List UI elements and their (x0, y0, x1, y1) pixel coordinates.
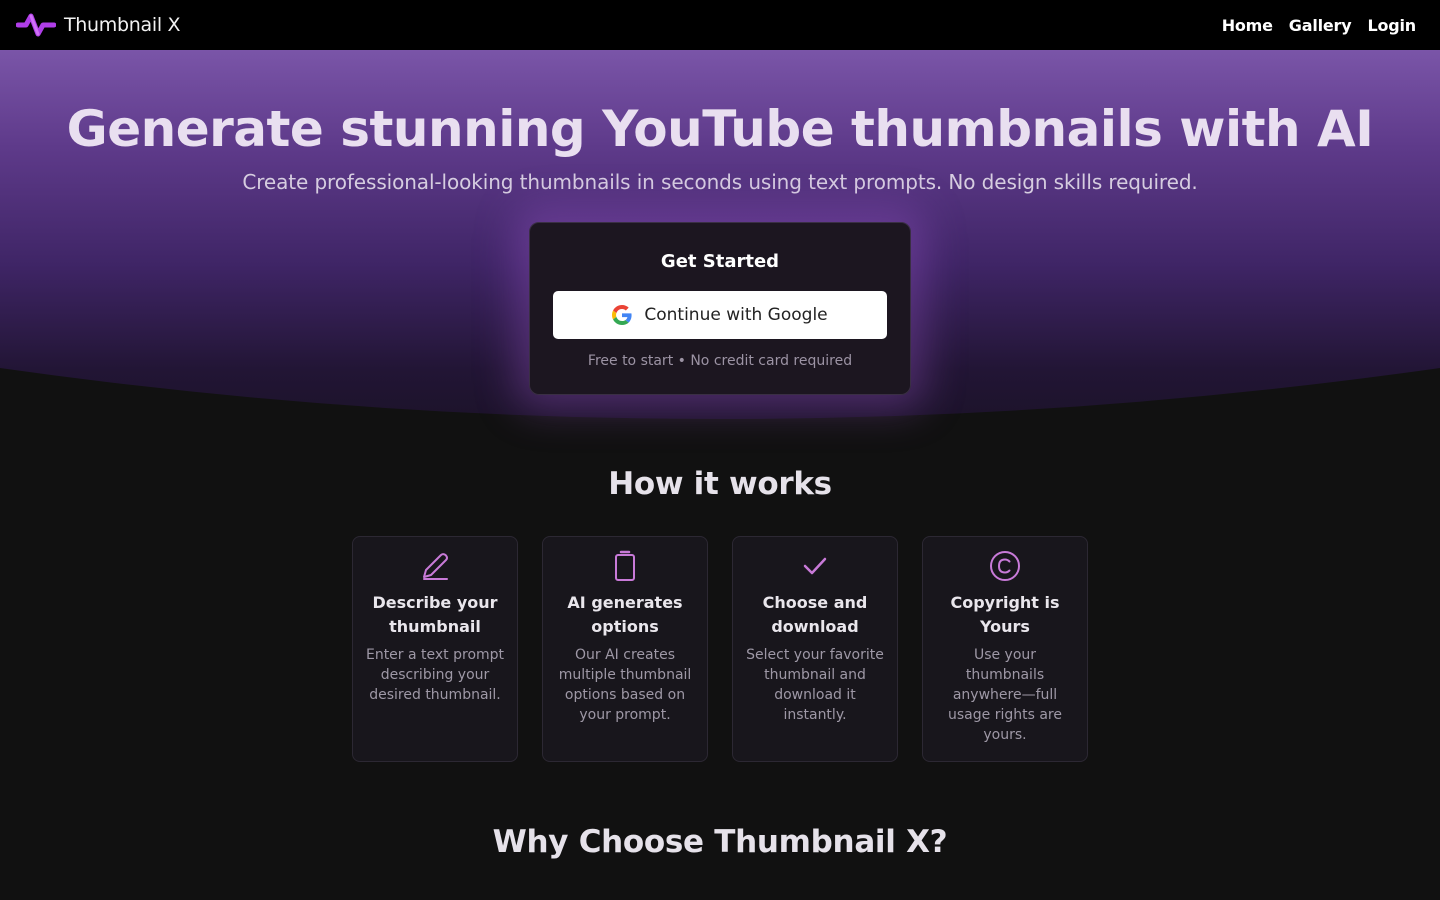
logo-icon (16, 13, 56, 37)
how-it-works-title: How it works (608, 466, 832, 502)
step-card-describe: Describe your thumbnail Enter a text pro… (352, 536, 518, 762)
step-title: Copyright is Yours (950, 593, 1060, 636)
step-title: Choose and download (762, 593, 868, 636)
nav-link-login[interactable]: Login (1367, 16, 1416, 35)
nav-link-gallery[interactable]: Gallery (1289, 16, 1352, 35)
nav-links: Home Gallery Login (1222, 16, 1417, 35)
clipboard-icon (615, 550, 635, 581)
get-started-title: Get Started (660, 251, 780, 272)
continue-with-google-button[interactable]: Continue with Google (553, 291, 887, 339)
step-card-generate: AI generates options Our AI creates mult… (542, 536, 708, 762)
copyright-icon (990, 551, 1020, 581)
step-card-copyright: Copyright is Yours Use your thumbnails a… (922, 536, 1088, 762)
step-description: Select your favorite thumbnail and downl… (746, 647, 884, 723)
how-it-works-steps: Describe your thumbnail Enter a text pro… (352, 536, 1088, 762)
pencil-icon (423, 553, 448, 580)
get-started-note: Free to start • No credit card required (587, 353, 853, 369)
brand[interactable]: Thumbnail X (16, 11, 181, 39)
get-started-card: Get Started Continue with Google Free to… (529, 222, 911, 395)
nav-link-home[interactable]: Home (1222, 16, 1273, 35)
hero-subtitle: Create professional-looking thumbnails i… (242, 170, 1198, 194)
step-description: Our AI creates multiple thumbnail option… (558, 647, 692, 723)
step-title: Describe your thumbnail (372, 593, 498, 636)
step-card-download: Choose and download Select your favorite… (732, 536, 898, 762)
check-icon (803, 557, 827, 575)
google-button-label: Continue with Google (644, 305, 828, 325)
hero-title: Generate stunning YouTube thumbnails wit… (66, 100, 1374, 158)
top-navbar: Thumbnail X Home Gallery Login (0, 0, 1440, 50)
google-icon (612, 305, 632, 325)
why-choose-title: Why Choose Thumbnail X? (492, 824, 948, 860)
step-description: Enter a text prompt describing your desi… (365, 647, 505, 703)
brand-name: Thumbnail X (64, 14, 181, 36)
step-description: Use your thumbnails anywhere—full usage … (948, 647, 1062, 743)
step-title: AI generates options (567, 593, 683, 636)
